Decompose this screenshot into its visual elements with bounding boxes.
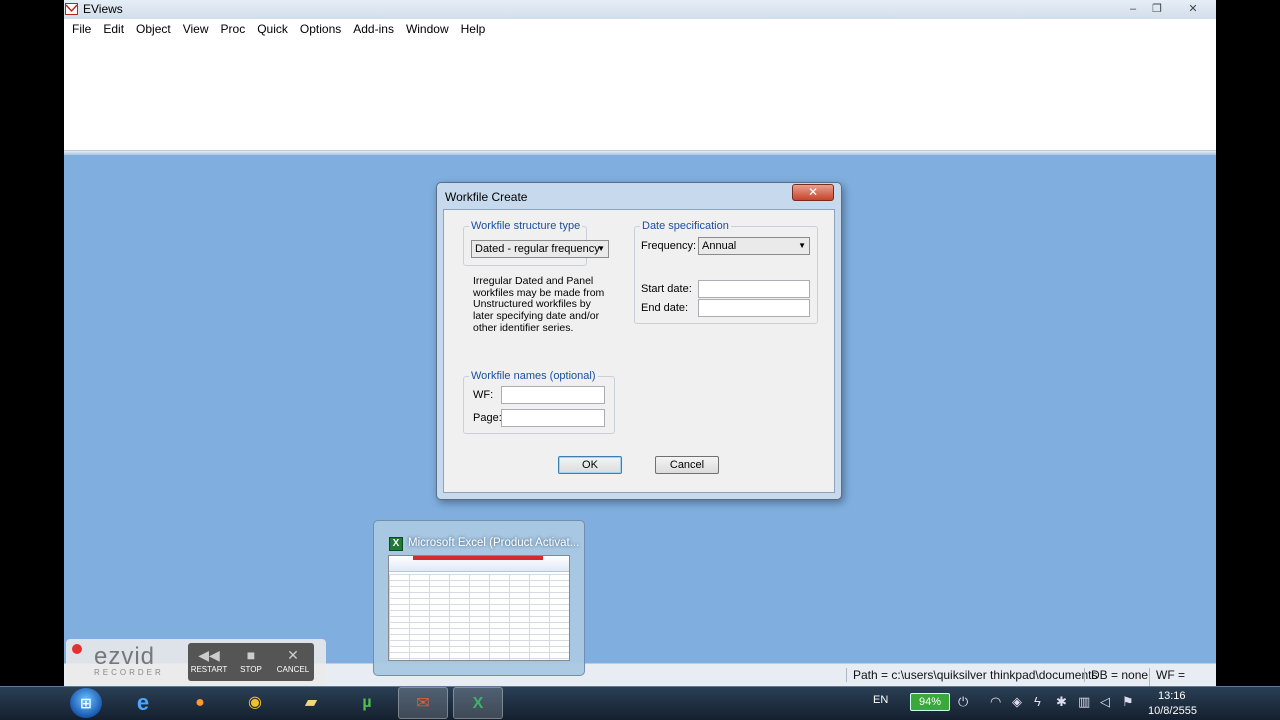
pane-splitter[interactable] (64, 151, 1216, 155)
cancel-button[interactable]: Cancel (655, 456, 719, 474)
close-button[interactable]: ✕ (1182, 2, 1204, 16)
stop-icon: ■ (246, 647, 256, 663)
menu-add-ins[interactable]: Add-ins (347, 22, 400, 36)
restart-label: RESTART (190, 665, 228, 674)
frequency-value: Annual (702, 240, 737, 252)
workfile-names-legend: Workfile names (optional) (469, 370, 598, 382)
ezvid-controls: ◀◀ RESTART ■ STOP ✕ CANCEL (188, 643, 314, 681)
page-name-input[interactable] (501, 409, 605, 427)
menu-quick[interactable]: Quick (251, 22, 294, 36)
structure-type-select[interactable]: Dated - regular frequency ▼ (471, 240, 609, 258)
ezvid-subtitle: RECORDER (94, 668, 164, 677)
menu-file[interactable]: File (66, 22, 97, 36)
clock-time[interactable]: 13:16 (1158, 690, 1186, 702)
battery-indicator[interactable]: 94% (910, 693, 950, 711)
structure-type-value: Dated - regular frequency (475, 243, 600, 255)
network-icon[interactable]: ▥ (1078, 694, 1090, 710)
minimize-button[interactable]: – (1122, 2, 1144, 16)
date-specification-group: Date specification Frequency: Annual ▼ S… (634, 220, 818, 324)
wf-label: WF: (473, 389, 494, 401)
menu-view[interactable]: View (177, 22, 215, 36)
structure-type-group: Workfile structure type Dated - regular … (463, 220, 609, 266)
menu-edit[interactable]: Edit (97, 22, 130, 36)
date-specification-legend: Date specification (640, 220, 731, 232)
clock-date[interactable]: 10/8/2555 (1148, 705, 1197, 717)
ezvid-logo: ezvid (94, 643, 156, 670)
frequency-label: Frequency: (641, 240, 697, 252)
menu-window[interactable]: Window (400, 22, 455, 36)
preview-spreadsheet-grid (389, 574, 569, 660)
wf-name-input[interactable] (501, 386, 605, 404)
frequency-select[interactable]: Annual ▼ (698, 237, 810, 255)
excel-window-preview[interactable] (388, 555, 570, 661)
volume-icon[interactable]: ◁ (1100, 694, 1110, 710)
app-titlebar[interactable]: EViews – ❐ ✕ (64, 0, 1216, 19)
rewind-icon: ◀◀ (198, 647, 220, 663)
internet-explorer-icon[interactable]: e (118, 687, 168, 719)
chevron-down-icon: ▼ (798, 241, 806, 250)
action-center-flag-icon[interactable]: ⚑ (1122, 694, 1134, 710)
restore-button[interactable]: ❐ (1146, 2, 1168, 16)
explorer-folder-icon[interactable]: ▰ (286, 687, 336, 719)
chevron-down-icon: ▼ (597, 244, 605, 253)
command-window[interactable] (64, 39, 1216, 151)
app-title: EViews (83, 2, 123, 16)
power-plug-icon[interactable]: ⏻ (958, 694, 968, 710)
workfile-create-dialog: Workfile Create ✕ Workfile structure typ… (436, 182, 842, 500)
flash-icon[interactable]: ϟ (1034, 694, 1041, 709)
end-date-label: End date: (641, 302, 689, 314)
close-icon: ✕ (287, 647, 299, 663)
excel-taskbar-icon[interactable]: X (453, 687, 503, 719)
restart-button[interactable]: ◀◀ RESTART (188, 643, 230, 681)
stop-button[interactable]: ■ STOP (230, 643, 272, 681)
excel-icon: X (389, 537, 403, 551)
menu-help[interactable]: Help (455, 22, 492, 36)
excel-thumbnail-popup[interactable]: X Microsoft Excel (Product Activat... (373, 520, 585, 676)
cancel-recording-label: CANCEL (276, 665, 310, 674)
structure-info-text: Irregular Dated and Panel workfiles may … (473, 275, 605, 334)
firefox-icon[interactable]: ● (175, 687, 225, 719)
ok-button[interactable]: OK (558, 456, 622, 474)
dialog-title: Workfile Create (445, 190, 528, 204)
menu-bar: File Edit Object View Proc Quick Options… (64, 19, 1216, 39)
stop-label: STOP (240, 665, 262, 674)
menu-options[interactable]: Options (294, 22, 347, 36)
status-db: DB = none (1084, 668, 1154, 682)
eviews-taskbar-icon[interactable]: ✉ (398, 687, 448, 719)
cancel-recording-button[interactable]: ✕ CANCEL (272, 643, 314, 681)
page-label: Page: (473, 412, 502, 424)
workfile-names-group: Workfile names (optional) WF: Page: (463, 370, 615, 434)
shield-icon[interactable]: ◈ (1012, 694, 1022, 710)
status-path: Path = c:\users\quiksilver thinkpad\docu… (846, 668, 1103, 682)
recording-indicator-icon (72, 644, 82, 654)
chrome-icon[interactable]: ◉ (230, 687, 280, 719)
left-border (0, 0, 64, 686)
bluetooth-icon[interactable]: ✱ (1056, 694, 1067, 710)
start-button[interactable]: ⊞ (70, 688, 102, 718)
dialog-body: Workfile structure type Dated - regular … (443, 209, 835, 493)
language-indicator[interactable]: EN (873, 694, 888, 706)
structure-type-legend: Workfile structure type (469, 220, 583, 232)
end-date-input[interactable] (698, 299, 810, 317)
ezvid-recorder-panel: ezvid RECORDER ◀◀ RESTART ■ STOP ✕ CANCE… (66, 639, 326, 685)
utorrent-icon[interactable]: µ (342, 687, 392, 719)
wifi-icon[interactable]: ◠ (990, 694, 1001, 710)
start-date-input[interactable] (698, 280, 810, 298)
menu-proc[interactable]: Proc (215, 22, 252, 36)
right-border (1216, 0, 1280, 686)
preview-activation-bar (413, 556, 543, 560)
menu-object[interactable]: Object (130, 22, 177, 36)
eviews-app-icon (65, 3, 78, 15)
start-date-label: Start date: (641, 283, 692, 295)
dialog-close-button[interactable]: ✕ (792, 184, 834, 201)
thumbnail-title: Microsoft Excel (Product Activat... (408, 537, 580, 549)
